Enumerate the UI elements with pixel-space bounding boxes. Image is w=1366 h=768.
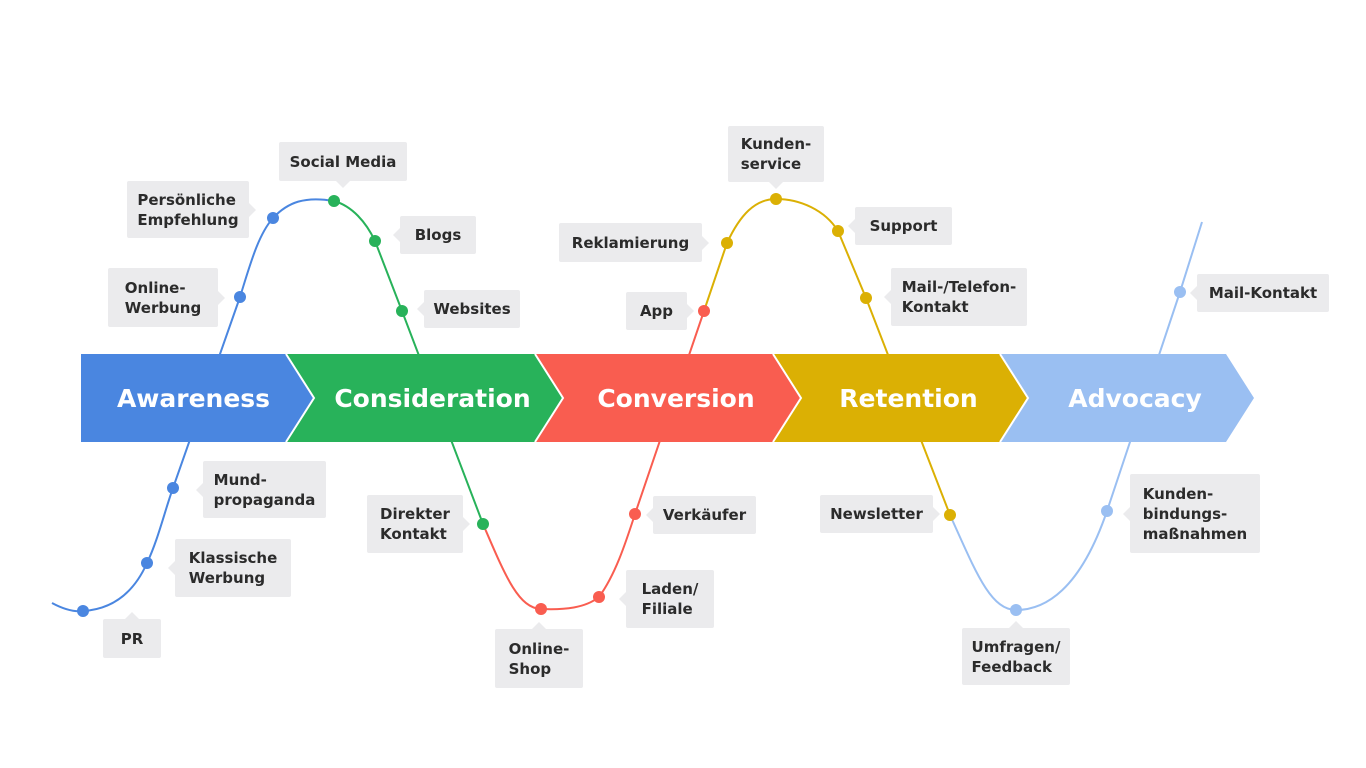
touchpoint-label: Support <box>848 207 952 245</box>
touchpoint-label: Websites <box>417 290 520 328</box>
touchpoint-label: Klassische Werbung <box>168 539 291 597</box>
touchpoint-label: Online- Shop <box>495 622 583 688</box>
touchpoint-label: App <box>626 292 694 330</box>
touchpoint-dot <box>396 305 408 317</box>
touchpoint-label: Blogs <box>393 216 476 254</box>
touchpoint-dot <box>77 605 89 617</box>
touchpoint-dot <box>477 518 489 530</box>
stage-label: Conversion <box>597 384 754 413</box>
touchpoint-label: Mund- propaganda <box>196 461 326 518</box>
customer-journey-diagram: Awareness Consideration Conversion Retentio… <box>51 193 1254 617</box>
touchpoint-dot <box>141 557 153 569</box>
touchpoint-label: Kunden- bindungs- maßnahmen <box>1123 474 1260 553</box>
touchpoint-dot <box>860 292 872 304</box>
touchpoint-dot <box>1101 505 1113 517</box>
touchpoint-label: Verkäufer <box>646 496 756 534</box>
touchpoint-label: Newsletter <box>820 495 940 533</box>
touchpoint-dot <box>167 482 179 494</box>
touchpoint-dot <box>328 195 340 207</box>
touchpoint-dot <box>535 603 547 615</box>
touchpoint-label: Mail-Kontakt <box>1190 274 1329 312</box>
stage-label: Retention <box>839 384 977 413</box>
touchpoint-label: Direkter Kontakt <box>367 495 470 553</box>
touchpoint-dot <box>593 591 605 603</box>
touchpoint-label: Laden/ Filiale <box>619 570 714 628</box>
touchpoint-label: Persönliche Empfehlung <box>127 181 256 238</box>
touchpoint-dot <box>369 235 381 247</box>
touchpoint-label: Social Media <box>279 142 407 188</box>
touchpoint-label: PR <box>103 612 161 658</box>
stage-label: Consideration <box>334 384 530 413</box>
touchpoint-label: Mail-/Telefon- Kontakt <box>884 268 1027 326</box>
touchpoint-dot <box>234 291 246 303</box>
stage-label: Awareness <box>117 384 270 413</box>
touchpoint-label: Reklamierung <box>559 223 709 262</box>
touchpoint-dot <box>721 237 733 249</box>
stage-label: Advocacy <box>1068 384 1202 413</box>
touchpoint-label: Online- Werbung <box>108 268 225 327</box>
touchpoint-dot <box>267 212 279 224</box>
touchpoint-label: Umfragen/ Feedback <box>962 621 1070 685</box>
touchpoint-label: Kunden- service <box>728 126 824 189</box>
